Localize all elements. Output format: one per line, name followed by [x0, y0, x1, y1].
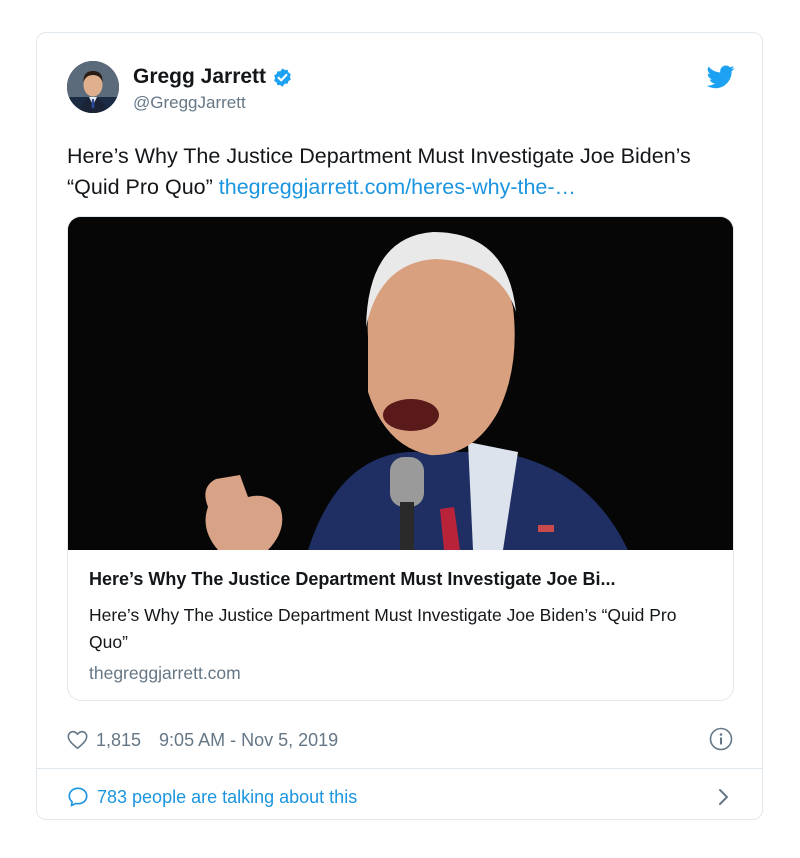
heart-icon[interactable] [67, 730, 88, 750]
tweet-meta: 1,815 9:05 AM - Nov 5, 2019 [67, 725, 735, 755]
like-count[interactable]: 1,815 [96, 730, 141, 751]
tweet-header: Gregg Jarrett @GreggJarrett [67, 61, 735, 117]
handle[interactable]: @GreggJarrett [133, 93, 246, 113]
name-line: Gregg Jarrett [133, 65, 293, 89]
timestamp[interactable]: 9:05 AM - Nov 5, 2019 [159, 730, 338, 751]
conversation-label[interactable]: 783 people are talking about this [97, 787, 357, 808]
verified-badge-icon [274, 67, 291, 87]
avatar[interactable] [67, 61, 119, 113]
speech-bubble-icon [68, 787, 88, 807]
link-card[interactable]: Here’s Why The Justice Department Must I… [67, 216, 734, 701]
info-icon[interactable] [709, 727, 733, 751]
divider [37, 768, 762, 769]
conversation-link[interactable]: 783 people are talking about this [67, 783, 735, 811]
card-image[interactable] [68, 217, 733, 550]
tweet-link[interactable]: thegreggjarrett.com/heres-why-the-… [219, 175, 576, 199]
chevron-right-icon[interactable] [717, 786, 731, 808]
display-name[interactable]: Gregg Jarrett [133, 65, 266, 89]
card-title[interactable]: Here’s Why The Justice Department Must I… [89, 569, 714, 590]
card-domain: thegreggjarrett.com [89, 663, 241, 683]
twitter-bird-icon[interactable] [707, 65, 735, 89]
tweet-embed: Gregg Jarrett @GreggJarrett Here’s Why T… [36, 32, 763, 820]
tweet-text: Here’s Why The Justice Department Must I… [67, 141, 727, 203]
card-description: Here’s Why The Justice Department Must I… [89, 605, 677, 652]
